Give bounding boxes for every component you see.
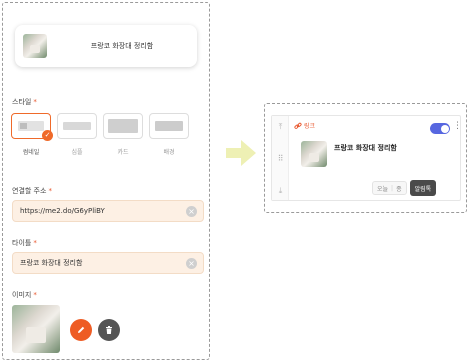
check-icon: ✓ bbox=[42, 130, 53, 141]
right-arrow-icon bbox=[226, 140, 256, 166]
style-option-thumbnail[interactable]: ✓ 썸네일 bbox=[11, 113, 53, 156]
block-thumbnail bbox=[301, 141, 327, 167]
drag-handle-icon[interactable]: ⠿ bbox=[275, 154, 286, 163]
image-section-label: 이미지 * bbox=[12, 291, 37, 299]
notify-button[interactable]: 알림톡 bbox=[409, 180, 437, 196]
clear-title-icon[interactable]: × bbox=[186, 258, 197, 269]
style-options: ✓ 썸네일 심플 카드 배경 bbox=[11, 113, 189, 156]
move-top-icon[interactable]: ⤒ bbox=[275, 122, 286, 132]
more-options-icon[interactable]: ⋮ bbox=[453, 121, 462, 131]
style-option-background[interactable]: 배경 bbox=[149, 113, 189, 156]
block-preview-panel: ⤒ ⠿ ⤓ 링크 ⋮ 프랑코 화장대 정리함 오늘 | 종 알림톡 bbox=[264, 103, 467, 213]
reorder-column: ⤒ ⠿ ⤓ bbox=[272, 116, 289, 200]
edit-image-button[interactable] bbox=[70, 319, 92, 341]
image-thumbnail bbox=[12, 305, 60, 353]
link-type-tag: 링크 bbox=[294, 121, 315, 130]
title-section-label: 타이틀 * bbox=[12, 239, 37, 247]
link-editor-panel: 프랑코 화장대 정리함 스타일 * ✓ 썸네일 심플 카드 배경 연결할 주소 * … bbox=[2, 2, 210, 360]
style-option-simple[interactable]: 심플 bbox=[57, 113, 97, 156]
move-bottom-icon[interactable]: ⤓ bbox=[275, 186, 286, 196]
trash-icon bbox=[106, 326, 112, 334]
clear-url-icon[interactable]: × bbox=[186, 206, 197, 217]
date-chip[interactable]: 오늘 | 종 bbox=[372, 181, 407, 195]
url-section-label: 연결할 주소 * bbox=[12, 187, 52, 195]
pencil-icon bbox=[78, 326, 85, 333]
style-option-card[interactable]: 카드 bbox=[103, 113, 143, 156]
link-icon bbox=[294, 122, 302, 129]
link-block: ⤒ ⠿ ⤓ 링크 ⋮ 프랑코 화장대 정리함 오늘 | 종 알림톡 bbox=[271, 115, 462, 201]
preview-title: 프랑코 화장대 정리함 bbox=[90, 42, 154, 50]
link-preview-card: 프랑코 화장대 정리함 bbox=[15, 25, 197, 67]
delete-image-button[interactable] bbox=[98, 319, 120, 341]
title-input[interactable]: 프랑코 화장대 정리함 × bbox=[12, 252, 204, 274]
block-bottom-bar: 오늘 | 종 알림톡 bbox=[372, 180, 437, 196]
block-title: 프랑코 화장대 정리함 bbox=[334, 144, 397, 152]
style-section-label: 스타일 * bbox=[12, 98, 37, 106]
url-input[interactable]: https://me2.do/G6yPliBY × bbox=[12, 200, 204, 222]
preview-thumbnail bbox=[23, 34, 47, 58]
visibility-toggle[interactable] bbox=[430, 123, 450, 134]
